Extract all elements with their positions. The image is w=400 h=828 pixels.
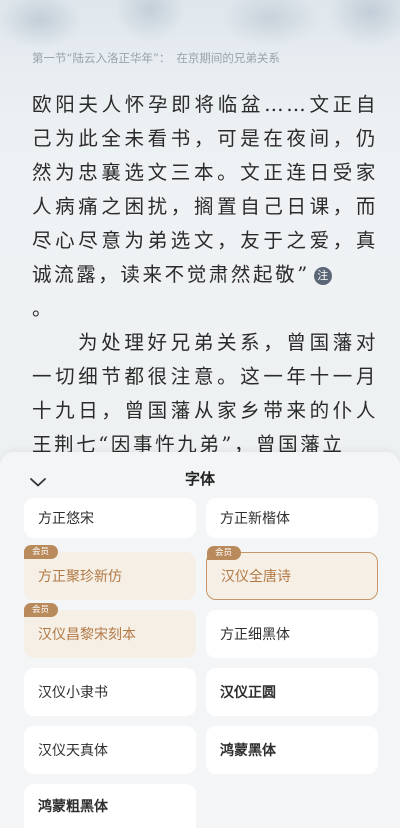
- section-title: 在京期间的兄弟关系: [176, 51, 280, 65]
- font-option-hongmeng-heiti[interactable]: 鸿蒙黑体: [206, 726, 378, 774]
- font-list: 方正悠宋 方正新楷体 会员 方正聚珍新仿 会员 汉仪全唐诗 会员 汉仪昌黎宋刻本…: [0, 452, 400, 828]
- article-body: 欧阳夫人怀孕即将临盆……文正自己为此全未看书，可是在夜间，仍然为忠襄选文三本。文…: [32, 88, 378, 452]
- font-option-fangzheng-xiheiti[interactable]: 方正细黑体: [206, 610, 378, 658]
- font-option-label: 方正细黑体: [220, 626, 290, 642]
- font-option-label: 鸿蒙黑体: [220, 743, 276, 759]
- vip-badge: 会员: [207, 546, 242, 560]
- font-option-label: 汉仪小隶书: [38, 685, 108, 701]
- font-option-fangzheng-yousong[interactable]: 方正悠宋: [24, 498, 196, 538]
- paragraph-end: 。: [32, 297, 55, 320]
- font-option-label: 方正悠宋: [38, 511, 94, 527]
- note-icon[interactable]: 注: [313, 267, 332, 285]
- font-option-label: 方正聚珍新仿: [38, 569, 122, 585]
- font-option-label: 汉仪正圆: [220, 685, 276, 701]
- paragraph-text: 欧阳夫人怀孕即将临盆……文正自己为此全未看书，可是在夜间，仍然为忠襄选文三本。文…: [32, 93, 378, 286]
- font-option-label: 鸿蒙粗黑体: [38, 799, 108, 815]
- chapter-title: 第一节“陆云入洛正华年”：: [32, 51, 171, 65]
- reader-page[interactable]: 第一节“陆云入洛正华年”： 在京期间的兄弟关系 欧阳夫人怀孕即将临盆……文正自己为…: [0, 0, 400, 452]
- vip-badge: 会员: [24, 603, 59, 617]
- chapter-header: 第一节“陆云入洛正华年”： 在京期间的兄弟关系: [32, 50, 280, 66]
- font-option-label: 方正新楷体: [220, 511, 290, 527]
- font-option-hanyi-tianzhenti[interactable]: 汉仪天真体: [24, 726, 196, 774]
- paragraph: 为处理好兄弟关系，曾国藩对一切细节都很注意。这一年十一月十九日，曾国藩从家乡带来…: [32, 326, 378, 452]
- font-option-hanyi-xiaolishu[interactable]: 汉仪小隶书: [24, 668, 196, 716]
- font-option-hanyi-changli-songkeben[interactable]: 会员 汉仪昌黎宋刻本: [24, 603, 196, 658]
- font-option-fangzheng-xinkaiti[interactable]: 方正新楷体: [206, 498, 378, 538]
- paragraph-text: 为处理好兄弟关系，曾国藩对一切细节都很注意。这一年十一月十九日，曾国藩从家乡带来…: [32, 331, 378, 452]
- font-panel: 字体 方正悠宋 方正新楷体 会员 方正聚珍新仿 会员 汉仪全唐诗 会员 汉仪昌黎…: [0, 452, 400, 828]
- font-option-label: 汉仪全唐诗: [221, 569, 291, 585]
- font-option-fangzheng-juzhen-xinfang[interactable]: 会员 方正聚珍新仿: [24, 545, 196, 600]
- font-option-hanyi-quantangshi[interactable]: 会员 汉仪全唐诗: [206, 546, 378, 600]
- font-option-label: 汉仪天真体: [38, 743, 108, 759]
- paragraph: 欧阳夫人怀孕即将临盆……文正自己为此全未看书，可是在夜间，仍然为忠襄选文三本。文…: [32, 88, 378, 292]
- vip-badge: 会员: [24, 545, 59, 559]
- font-option-label: 汉仪昌黎宋刻本: [38, 627, 136, 643]
- font-option-hongmeng-cuheiti[interactable]: 鸿蒙粗黑体: [24, 784, 196, 828]
- font-option-hanyi-zhengyuan[interactable]: 汉仪正圆: [206, 668, 378, 716]
